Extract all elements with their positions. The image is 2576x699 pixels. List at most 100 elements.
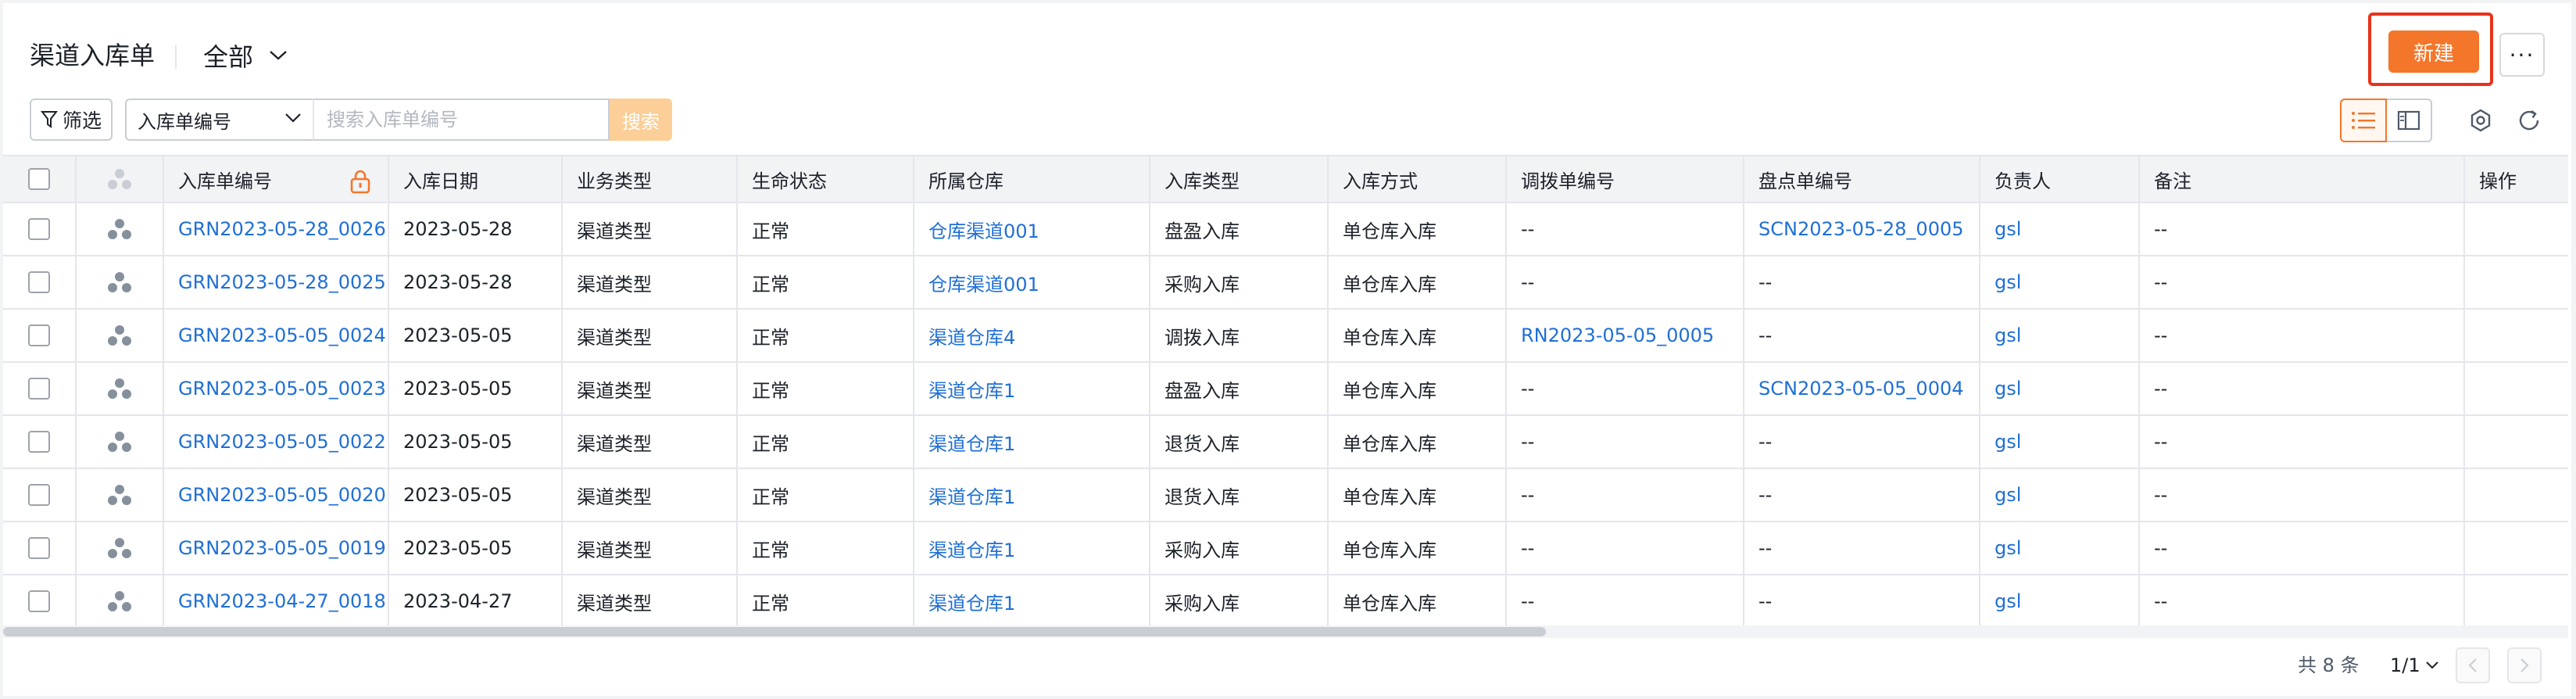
row-icon-cell xyxy=(77,416,164,468)
cell-owner[interactable]: gsl xyxy=(1995,324,2021,346)
refresh-icon[interactable] xyxy=(2513,105,2545,136)
prev-page-button[interactable] xyxy=(2456,647,2490,683)
cell-remark-wrap: -- xyxy=(2140,363,2465,414)
col-header-biz[interactable]: 业务类型 xyxy=(563,156,738,202)
row-icon-cell xyxy=(77,310,164,361)
table-row[interactable]: GRN2023-05-28_0026 2023-05-28 渠道类型 正常 仓库渠道00… xyxy=(3,203,2568,256)
page-selector[interactable]: 1/1 xyxy=(2390,652,2439,679)
cell-owner[interactable]: gsl xyxy=(1995,484,2021,506)
table-row[interactable]: GRN2023-04-27_0018 2023-04-27 渠道类型 正常 渠道仓库1 采… xyxy=(3,575,2568,629)
view-selector-label: 全部 xyxy=(203,42,254,72)
row-checkbox[interactable] xyxy=(28,431,50,453)
cell-inbound-mode-wrap: 单仓库入库 xyxy=(1329,203,1507,255)
cell-warehouse[interactable]: 渠道仓库1 xyxy=(928,482,1015,509)
list-view-toggle[interactable] xyxy=(2340,99,2387,142)
table-row[interactable]: GRN2023-05-05_0024 2023-05-05 渠道类型 正常 渠道仓库4 调… xyxy=(3,310,2568,363)
new-button[interactable]: 新建 xyxy=(2388,30,2479,73)
cell-status: 正常 xyxy=(752,379,789,402)
cell-warehouse[interactable]: 渠道仓库1 xyxy=(928,588,1015,615)
cell-transfer-no[interactable]: RN2023-05-05_0005 xyxy=(1521,324,1714,346)
row-actions-cell xyxy=(2465,310,2568,361)
cell-remark: -- xyxy=(2154,431,2168,453)
col-header-date[interactable]: 入库日期 xyxy=(389,156,563,202)
cell-warehouse[interactable]: 渠道仓库4 xyxy=(928,322,1015,350)
cell-order-no[interactable]: GRN2023-05-28_0025 xyxy=(178,271,386,293)
col-header-warehouse[interactable]: 所属仓库 xyxy=(914,156,1150,202)
filter-button[interactable]: 筛选 xyxy=(30,99,113,141)
row-checkbox[interactable] xyxy=(28,484,50,506)
table-row[interactable]: GRN2023-05-05_0023 2023-05-05 渠道类型 正常 渠道仓库1 盘… xyxy=(3,363,2568,416)
group-icon xyxy=(108,219,131,239)
cell-order-no-wrap: GRN2023-05-28_0025 xyxy=(164,256,389,308)
cell-warehouse[interactable]: 渠道仓库1 xyxy=(928,535,1015,562)
select-all-checkbox[interactable] xyxy=(28,168,50,190)
cell-inbound-mode: 单仓库入库 xyxy=(1343,539,1436,561)
chevron-down-icon xyxy=(2425,661,2438,669)
col-header-type[interactable]: 入库类型 xyxy=(1150,156,1329,202)
cell-owner[interactable]: gsl xyxy=(1995,378,2021,400)
cell-order-no[interactable]: GRN2023-05-05_0024 xyxy=(178,324,386,346)
cell-warehouse[interactable]: 仓库渠道001 xyxy=(928,216,1039,243)
row-checkbox[interactable] xyxy=(28,378,50,400)
cell-owner-wrap: gsl xyxy=(1980,363,2140,414)
cell-check-no-wrap: -- xyxy=(1744,575,1980,627)
view-selector[interactable]: 全部 xyxy=(203,36,288,75)
row-checkbox[interactable] xyxy=(28,218,50,240)
cell-status-wrap: 正常 xyxy=(738,310,914,361)
cell-owner[interactable]: gsl xyxy=(1995,271,2021,293)
table-row[interactable]: GRN2023-05-28_0025 2023-05-28 渠道类型 正常 仓库渠道00… xyxy=(3,256,2568,310)
cell-inbound-mode-wrap: 单仓库入库 xyxy=(1329,575,1507,627)
col-header-actions: 操作 xyxy=(2479,170,2517,192)
cell-order-no[interactable]: GRN2023-05-05_0023 xyxy=(178,378,386,400)
group-icon xyxy=(108,485,131,505)
cell-order-no[interactable]: GRN2023-05-05_0020 xyxy=(178,484,386,506)
row-checkbox[interactable] xyxy=(28,537,50,559)
row-checkbox[interactable] xyxy=(28,271,50,293)
cell-remark-wrap: -- xyxy=(2140,522,2465,574)
cell-owner[interactable]: gsl xyxy=(1995,537,2021,559)
cell-status-wrap: 正常 xyxy=(738,363,914,414)
cell-warehouse[interactable]: 渠道仓库1 xyxy=(928,428,1015,456)
cell-warehouse[interactable]: 仓库渠道001 xyxy=(928,269,1039,296)
row-icon-cell xyxy=(77,203,164,255)
col-header-check[interactable]: 盘点单编号 xyxy=(1744,156,1980,202)
col-header-mode[interactable]: 入库方式 xyxy=(1329,156,1507,202)
row-checkbox[interactable] xyxy=(28,324,50,346)
cell-order-no[interactable]: GRN2023-05-28_0026 xyxy=(178,218,386,240)
col-header-no[interactable]: 入库单编号 xyxy=(164,156,389,202)
col-header-remark[interactable]: 备注 xyxy=(2140,156,2465,202)
cell-status: 正常 xyxy=(752,220,789,242)
funnel-icon xyxy=(40,111,58,128)
cell-biz-type: 渠道类型 xyxy=(577,379,652,402)
cell-check-no[interactable]: SCN2023-05-05_0004 xyxy=(1758,378,1964,400)
row-checkbox[interactable] xyxy=(28,590,50,612)
settings-icon[interactable] xyxy=(2465,105,2496,136)
next-page-button[interactable] xyxy=(2507,647,2542,683)
cell-owner[interactable]: gsl xyxy=(1995,590,2021,612)
search-field-select[interactable]: 入库单编号 xyxy=(125,99,314,141)
cell-order-no[interactable]: GRN2023-04-27_0018 xyxy=(178,590,386,612)
cell-order-no[interactable]: GRN2023-05-05_0022 xyxy=(178,431,386,453)
cell-warehouse[interactable]: 渠道仓库1 xyxy=(928,375,1015,403)
horizontal-scrollbar-thumb[interactable] xyxy=(3,627,1546,636)
cell-owner[interactable]: gsl xyxy=(1995,431,2021,453)
row-select-cell xyxy=(3,310,77,361)
new-button-highlight: 新建 xyxy=(2368,13,2493,86)
table-row[interactable]: GRN2023-05-05_0022 2023-05-05 渠道类型 正常 渠道仓库1 退… xyxy=(3,416,2568,469)
cell-status: 正常 xyxy=(752,486,789,508)
cell-order-no[interactable]: GRN2023-05-05_0019 xyxy=(178,537,386,559)
table-row[interactable]: GRN2023-05-05_0019 2023-05-05 渠道类型 正常 渠道仓库1 采… xyxy=(3,522,2568,575)
cell-biz-type: 渠道类型 xyxy=(577,486,652,508)
col-header-status[interactable]: 生命状态 xyxy=(738,156,914,202)
col-header-owner[interactable]: 负责人 xyxy=(1980,156,2140,202)
cell-order-no-wrap: GRN2023-05-28_0026 xyxy=(164,203,389,255)
search-button[interactable]: 搜索 xyxy=(610,99,672,141)
table-row[interactable]: GRN2023-05-05_0020 2023-05-05 渠道类型 正常 渠道仓库1 退… xyxy=(3,469,2568,522)
cell-owner[interactable]: gsl xyxy=(1995,218,2021,240)
cell-status: 正常 xyxy=(752,432,789,455)
split-view-toggle[interactable] xyxy=(2387,99,2432,142)
more-button[interactable]: ··· xyxy=(2499,33,2545,77)
search-input[interactable] xyxy=(313,99,610,141)
cell-check-no[interactable]: SCN2023-05-28_0005 xyxy=(1758,218,1964,240)
col-header-transfer[interactable]: 调拨单编号 xyxy=(1507,156,1744,202)
